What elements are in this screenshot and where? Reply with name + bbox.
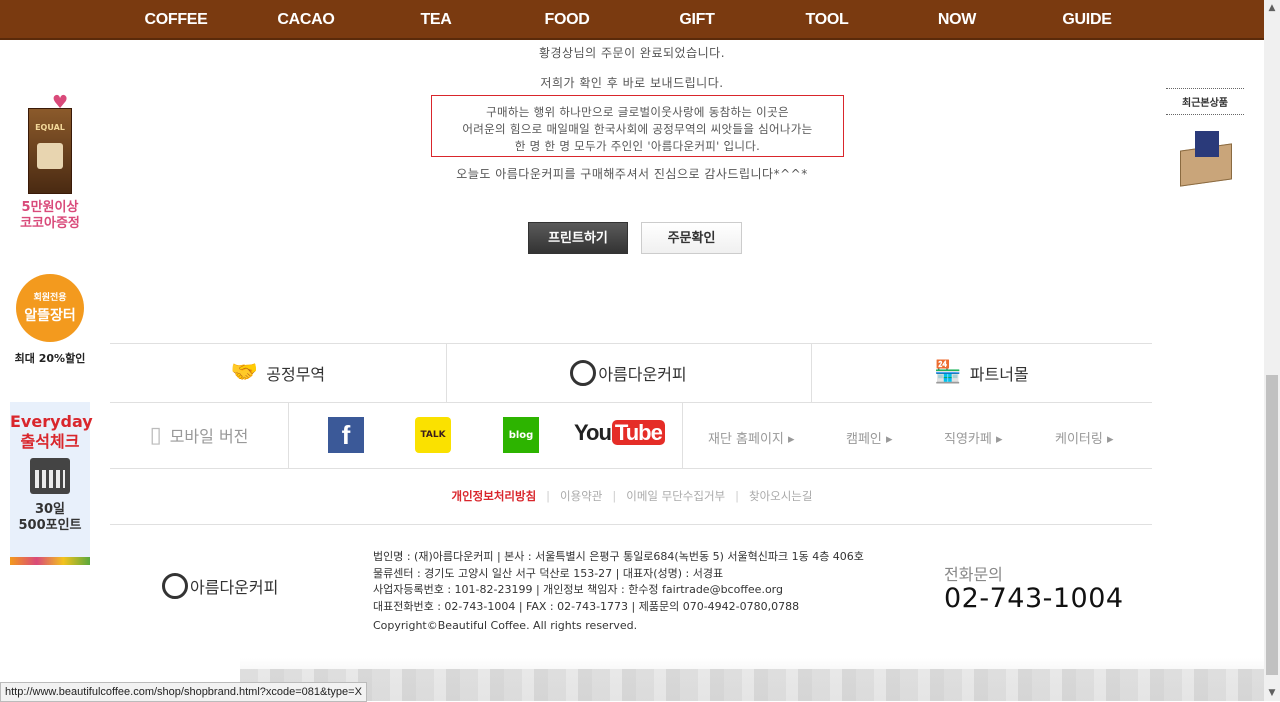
divider bbox=[1166, 114, 1244, 115]
partner-mall-link[interactable]: 🏪 파트너몰 bbox=[811, 343, 1152, 402]
member-only-label: 회원전용 bbox=[33, 293, 67, 303]
cocoa-promo-line-1: 5만원이상 bbox=[21, 200, 79, 215]
brand-logo-icon bbox=[570, 359, 597, 386]
brand-link[interactable]: 아름다운커피 bbox=[446, 343, 811, 402]
divider bbox=[288, 402, 289, 468]
product-shape bbox=[1195, 131, 1219, 157]
order-complete-text: 황경상님의 주문이 완료되었습니다. bbox=[538, 46, 726, 60]
company-info-line: 사업자등록번호 : 101-82-23199 | 개인정보 책임자 : 한수정 … bbox=[373, 583, 783, 596]
everyday-line-2: 출석체크 bbox=[20, 432, 80, 451]
youtube-you: You bbox=[574, 420, 612, 445]
nav-now[interactable]: NOW bbox=[938, 0, 977, 38]
scrollbar-thumb[interactable] bbox=[1266, 375, 1278, 675]
direct-cafe-link[interactable]: 직영카페 ▸ bbox=[944, 428, 1003, 447]
decorative-stripe bbox=[10, 557, 90, 565]
recent-products-panel: 최근본상품 bbox=[1166, 88, 1244, 187]
phone-number: 02-743-1004 bbox=[944, 583, 1124, 614]
footer-logo-text: 아름다운커피 bbox=[190, 578, 279, 597]
nav-coffee[interactable]: COFFEE bbox=[144, 0, 207, 38]
foundation-homepage-link[interactable]: 재단 홈페이지 ▸ bbox=[708, 428, 795, 447]
vertical-scrollbar[interactable]: ▲ ▼ bbox=[1264, 0, 1280, 701]
cocoa-promo-text[interactable]: 5만원이상 코코아증정 bbox=[0, 200, 100, 232]
recent-product-thumbnail[interactable] bbox=[1175, 129, 1235, 187]
cocoa-product-image[interactable]: EQUAL bbox=[28, 108, 72, 194]
pack-label: EQUAL bbox=[35, 123, 65, 132]
email-refusal-link[interactable]: 이메일 무단수집거부 bbox=[626, 489, 725, 503]
mobile-version-label: 모바일 버전 bbox=[169, 427, 249, 446]
store-icon: 🏪 bbox=[934, 360, 962, 385]
nav-tool[interactable]: TOOL bbox=[806, 0, 849, 38]
attendance-check-banner[interactable]: Everyday 출석체크 30일 500포인트 bbox=[10, 402, 93, 565]
everyday-line-1: Everyday bbox=[10, 412, 93, 431]
skyline-illustration bbox=[240, 658, 1264, 701]
catering-link[interactable]: 케이터링 ▸ bbox=[1055, 428, 1114, 447]
print-button[interactable]: 프린트하기 bbox=[528, 222, 628, 254]
partner-mall-label: 파트너몰 bbox=[969, 364, 1029, 384]
scroll-down-icon[interactable]: ▼ bbox=[1264, 685, 1280, 701]
cup-icon bbox=[37, 143, 63, 169]
divider bbox=[110, 524, 1152, 525]
shipping-notice-text: 저희가 확인 후 바로 보내드립니다. bbox=[540, 76, 724, 90]
mobile-version-link[interactable]: ▯ 모바일 버전 bbox=[110, 402, 288, 468]
nav-gift[interactable]: GIFT bbox=[679, 0, 715, 38]
company-info-line: 법인명 : (재)아름다운커피 | 본사 : 서울특별시 은평구 통일로684(… bbox=[373, 550, 864, 563]
heart-icon: ♥ bbox=[52, 92, 69, 113]
scroll-up-icon[interactable]: ▲ bbox=[1264, 0, 1280, 16]
kakaotalk-icon[interactable]: TALK bbox=[415, 417, 451, 453]
phone-label: 전화문의 bbox=[944, 565, 1003, 584]
points-line-2: 500포인트 bbox=[18, 518, 82, 533]
nav-guide[interactable]: GUIDE bbox=[1062, 0, 1111, 38]
handshake-icon: 🤝 bbox=[230, 360, 259, 385]
facebook-icon[interactable]: f bbox=[328, 417, 364, 453]
thanks-text: 오늘도 아름다운커피를 구매해주셔서 진심으로 감사드립니다*^^* bbox=[456, 167, 808, 181]
brand-logo-icon bbox=[162, 573, 188, 599]
order-confirm-button[interactable]: 주문확인 bbox=[641, 222, 742, 254]
copyright: Copyright©Beautiful Coffee. All rights r… bbox=[373, 619, 638, 632]
privacy-policy-link[interactable]: 개인정보처리방침 bbox=[452, 489, 537, 503]
brand-label: 아름다운커피 bbox=[598, 364, 687, 384]
footer-logo: 아름다운커피 bbox=[162, 573, 278, 599]
nav-food[interactable]: FOOD bbox=[544, 0, 589, 38]
mission-line-2: 어려운의 힘으로 매일매일 한국사회에 공정무역의 씨앗들을 심어나가는 bbox=[462, 122, 813, 136]
company-info-line: 물류센터 : 경기도 고양시 일산 서구 덕산로 153-27 | 대표자(성명… bbox=[373, 566, 724, 580]
divider bbox=[682, 402, 683, 468]
campaign-link[interactable]: 캠페인 ▸ bbox=[846, 428, 893, 447]
terms-link[interactable]: 이용약관 bbox=[560, 489, 602, 503]
fair-trade-label: 공정무역 bbox=[266, 364, 326, 384]
directions-link[interactable]: 찾아오시는길 bbox=[749, 489, 812, 503]
status-bar-url: http://www.beautifulcoffee.com/shop/shop… bbox=[0, 682, 367, 702]
points-line-1: 30일 bbox=[34, 502, 66, 517]
company-info-line: 대표전화번호 : 02-743-1004 | FAX : 02-743-1773… bbox=[373, 599, 800, 613]
nav-tea[interactable]: TEA bbox=[420, 0, 451, 38]
top-navigation: COFFEE CACAO TEA FOOD GIFT TOOL NOW GUID… bbox=[0, 0, 1264, 40]
divider bbox=[110, 468, 1152, 469]
blog-icon[interactable]: blog bbox=[503, 417, 539, 453]
mission-line-3: 한 명 한 명 모두가 주인인 '아름다운커피' 입니다. bbox=[514, 139, 761, 153]
member-market-banner[interactable]: 회원전용 알뜰장터 bbox=[16, 274, 84, 342]
fair-trade-link[interactable]: 🤝 공정무역 bbox=[110, 343, 446, 402]
everyday-title: Everyday 출석체크 bbox=[10, 412, 93, 452]
mobile-phone-icon: ▯ bbox=[149, 422, 162, 448]
market-label: 알뜰장터 bbox=[24, 308, 76, 324]
recent-products-title: 최근본상품 bbox=[1182, 98, 1228, 109]
nav-cacao[interactable]: CACAO bbox=[277, 0, 334, 38]
cocoa-promo-line-2: 코코아증정 bbox=[20, 216, 80, 231]
youtube-tube: Tube bbox=[611, 420, 665, 445]
policy-links: 개인정보처리방침 | 이용약관 | 이메일 무단수집거부 | 찾아오시는길 bbox=[451, 489, 813, 503]
points-text: 30일 500포인트 bbox=[10, 502, 90, 534]
mission-line-1: 구매하는 행위 하나만으로 글로벌이웃사랑에 동참하는 이곳은 bbox=[486, 105, 789, 119]
company-info: 법인명 : (재)아름다운커피 | 본사 : 서울특별시 은평구 통일로684(… bbox=[373, 549, 864, 615]
mission-statement-box: 구매하는 행위 하나만으로 글로벌이웃사랑에 동참하는 이곳은 어려운의 힘으로… bbox=[431, 95, 844, 157]
youtube-icon[interactable]: You Tube bbox=[574, 420, 665, 446]
discount-label: 최대 20%할인 bbox=[14, 352, 86, 365]
